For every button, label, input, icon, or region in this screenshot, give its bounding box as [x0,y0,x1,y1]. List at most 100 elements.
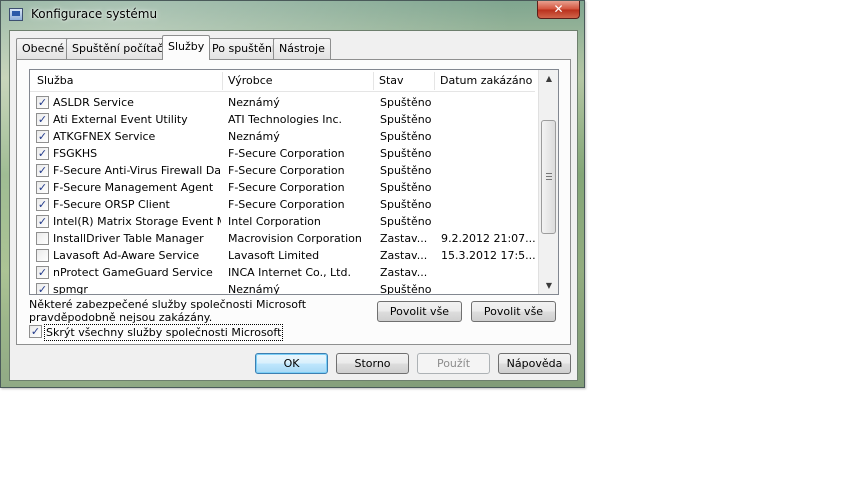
service-checkbox[interactable]: ✓ [36,130,49,143]
service-vendor-cell: Lavasoft Limited [228,249,320,262]
service-name-cell: FSGKHS [53,147,98,160]
window-title: Konfigurace systému [31,7,158,21]
list-header: Služba Výrobce Stav Datum zakázáno [30,70,535,92]
table-row[interactable]: ✓ FSGKHS F-Secure Corporation Spuštěno [30,145,535,162]
table-row[interactable]: ✓ spmgr Neznámý Spuštěno [30,281,535,295]
table-row[interactable]: Lavasoft Ad-Aware Service Lavasoft Limite… [30,247,535,264]
scroll-up-arrow-icon[interactable]: ▲ [539,70,558,87]
service-disabled-date-cell [441,281,535,294]
service-vendor-cell: Macrovision Corporation [228,232,362,245]
vertical-scrollbar[interactable]: ▲ ▼ [538,70,558,294]
dialog-client-area: Obecné Spuštění počítače Služby Po spušt… [9,30,578,381]
service-checkbox[interactable] [36,232,49,245]
table-row[interactable]: ✓ F-Secure ORSP Client F-Secure Corporatio… [30,196,535,213]
disable-all-button[interactable]: Povolit vše [471,301,556,322]
service-checkbox[interactable] [36,249,49,262]
services-list[interactable]: Služba Výrobce Stav Datum zakázáno ✓ ASLD… [29,69,559,295]
service-status-cell: Spuštěno [380,198,432,211]
hide-microsoft-services-label[interactable]: Skrýt všechny služby společnosti Microso… [44,324,284,341]
close-button[interactable]: ✕ [537,1,580,19]
service-name-cell: InstallDriver Table Manager [53,232,204,245]
service-checkbox[interactable]: ✓ [36,113,49,126]
enable-all-button[interactable]: Povolit vše [377,301,462,322]
service-disabled-date-cell [441,196,535,213]
service-disabled-date-cell [441,162,535,179]
services-tab-panel: Služba Výrobce Stav Datum zakázáno ✓ ASLD… [16,59,571,345]
scroll-down-arrow-icon[interactable]: ▼ [539,277,558,294]
service-disabled-date-cell [441,128,535,145]
column-header-vendor[interactable]: Výrobce [223,70,373,92]
service-vendor-cell: Neznámý [228,283,280,295]
service-checkbox[interactable]: ✓ [36,164,49,177]
service-vendor-cell: Neznámý [228,96,280,109]
table-row[interactable]: ✓ F-Secure Management Agent F-Secure Corpo… [30,179,535,196]
service-vendor-cell: INCA Internet Co., Ltd. [228,266,351,279]
service-name-cell: Ati External Event Utility [53,113,188,126]
ok-label: OK [283,357,300,370]
service-status-cell: Spuštěno [380,113,432,126]
service-checkbox[interactable]: ✓ [36,147,49,160]
service-status-cell: Zastav... [380,232,428,245]
column-header-status[interactable]: Stav [374,70,434,92]
service-disabled-date-cell [441,94,535,111]
hide-microsoft-services-checkbox[interactable]: ✓ [29,325,42,338]
scroll-thumb[interactable] [541,120,556,234]
service-vendor-cell: Intel Corporation [228,215,321,228]
service-disabled-date-cell [441,179,535,196]
service-disabled-date-cell [441,145,535,162]
table-row[interactable]: ✓ Intel(R) Matrix Storage Event M... Intel… [30,213,535,230]
service-status-cell: Spuštěno [380,96,432,109]
table-row[interactable]: ✓ nProtect GameGuard Service INCA Internet… [30,264,535,281]
service-checkbox[interactable]: ✓ [36,198,49,211]
tab-tools[interactable]: Nástroje [273,38,331,59]
service-vendor-cell: F-Secure Corporation [228,147,345,160]
title-bar[interactable]: Konfigurace systému ✕ [1,1,584,29]
apply-button[interactable]: Použít [417,353,490,374]
service-name-cell: nProtect GameGuard Service [53,266,213,279]
service-checkbox[interactable]: ✓ [36,215,49,228]
service-disabled-date-cell: 9.2.2012 21:07... [441,232,535,245]
tab-services[interactable]: Služby [162,35,211,60]
table-row[interactable]: ✓ ASLDR Service Neznámý Spuštěno [30,94,535,111]
service-status-cell: Spuštěno [380,147,432,160]
column-header-service[interactable]: Služba [32,70,222,92]
service-checkbox[interactable]: ✓ [36,283,49,294]
service-name-cell: ASLDR Service [53,96,134,109]
service-disabled-date-cell [441,264,535,281]
service-vendor-cell: F-Secure Corporation [228,198,345,211]
tab-boot[interactable]: Spuštění počítače [66,38,176,59]
service-name-cell: F-Secure ORSP Client [53,198,170,211]
scroll-grip-icon [546,173,552,180]
tab-general[interactable]: Obecné [16,38,71,59]
msconfig-app-icon [9,8,23,21]
service-vendor-cell: F-Secure Corporation [228,181,345,194]
service-disabled-date-cell [441,111,535,128]
tab-startup[interactable]: Po spuštění [206,38,281,59]
column-header-disabled-date[interactable]: Datum zakázáno [435,70,535,92]
cancel-button[interactable]: Storno [336,353,409,374]
cancel-label: Storno [354,357,391,370]
service-status-cell: Zastav... [380,266,428,279]
service-status-cell: Zastav... [380,249,428,262]
table-row[interactable]: InstallDriver Table Manager Macrovision C… [30,230,535,247]
service-status-cell: Spuštěno [380,164,432,177]
help-button[interactable]: Nápověda [498,353,571,374]
enable-all-label: Povolit vše [389,305,450,318]
ok-button[interactable]: OK [255,353,328,374]
table-row[interactable]: ✓ Ati External Event Utility ATI Technolog… [30,111,535,128]
service-checkbox[interactable]: ✓ [36,181,49,194]
service-checkbox[interactable]: ✓ [36,266,49,279]
service-name-cell: Lavasoft Ad-Aware Service [53,249,200,262]
service-status-cell: Spuštěno [380,130,432,143]
apply-label: Použít [436,357,471,370]
service-status-cell: Spuštěno [380,215,432,228]
service-status-cell: Spuštěno [380,283,432,295]
close-icon: ✕ [553,2,564,16]
service-name-cell: F-Secure Management Agent [53,181,214,194]
service-checkbox[interactable]: ✓ [36,96,49,109]
table-row[interactable]: ✓ F-Secure Anti-Virus Firewall Dae... F-Se… [30,162,535,179]
disable-all-label: Povolit vše [483,305,544,318]
table-row[interactable]: ✓ ATKGFNEX Service Neznámý Spuštěno [30,128,535,145]
service-status-cell: Spuštěno [380,181,432,194]
service-name-cell: F-Secure Anti-Virus Firewall Dae... [53,164,221,177]
